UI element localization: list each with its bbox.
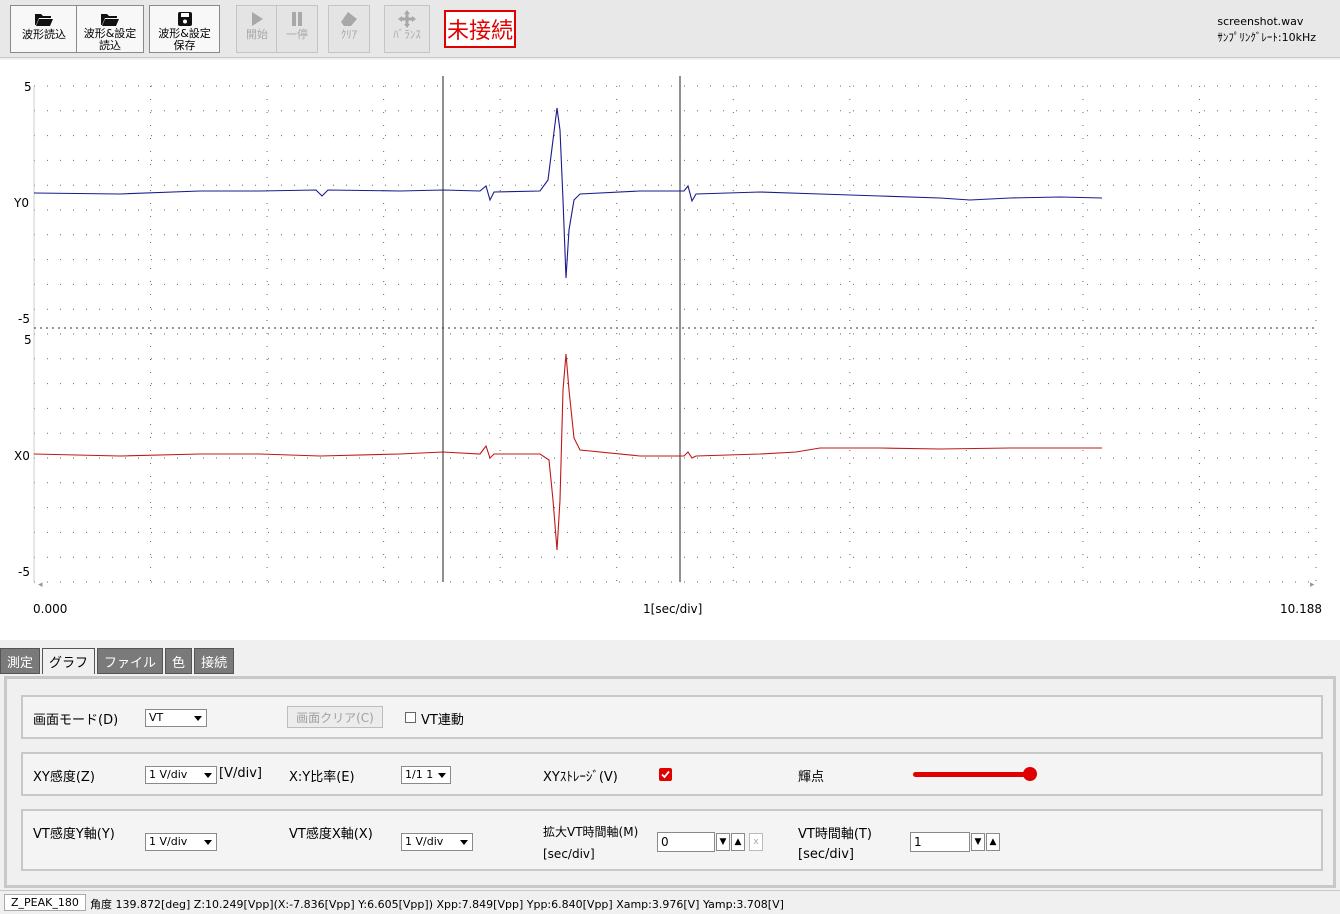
x-div-label: 1[sec/div] [643,602,702,616]
file-info: screenshot.wav ｻﾝﾌﾟﾘﾝｸﾞﾚｰﾄ:10kHz [1217,14,1316,46]
screen-mode-label: 画面モード(D) [33,713,119,728]
xy-sensitivity-select[interactable]: 1 V/div [145,766,217,784]
load-waveform-label: 波形読込 [22,28,66,41]
vt-y-sensitivity-label: VT感度Y軸(Y) [33,827,115,842]
checkmark-icon [661,770,670,779]
tab-bar: 測定 グラフ ファイル 色 接続 [0,648,236,674]
vt-sensitivity-group: VT感度Y軸(Y) 1 V/div VT感度X軸(X) 1 V/div 拡大VT… [21,809,1323,871]
vt-time-up-button[interactable]: ▲ [986,833,1000,851]
balance-button[interactable]: ﾊﾞﾗﾝｽ [384,5,430,53]
move-icon [398,9,416,29]
status-bar: Z_PEAK_180 角度 139.872[deg] Z:10.249[Vpp]… [0,890,1340,914]
tab-connect[interactable]: 接続 [194,648,235,674]
plot-grid [33,85,1317,583]
screen-mode-select[interactable]: VT [145,709,207,727]
load-waveform-settings-label: 波形&設定 読込 [83,27,137,52]
pause-button[interactable]: 一停 [276,5,318,53]
pause-label: 一停 [286,28,308,41]
zoom-vt-time-input[interactable]: 0 [657,832,715,852]
start-label: 開始 [246,28,268,41]
balance-label: ﾊﾞﾗﾝｽ [393,28,421,41]
sample-rate: ｻﾝﾌﾟﾘﾝｸﾞﾚｰﾄ:10kHz [1217,31,1316,44]
x-end-label: 10.188 [1280,602,1322,616]
graph-settings-panel: 画面モード(D) VT 画面クリア(C) VT連動 XY感度(Z) 1 V/di… [4,676,1336,888]
load-waveform-button[interactable]: 波形読込 [10,5,78,53]
zoom-vt-time-label: 拡大VT時間軸(M) [543,825,639,839]
x-min-label: -5 [18,565,30,579]
play-icon [249,9,265,29]
clear-label: ｸﾘｱ [340,28,358,41]
toolbar: 波形読込 波形&設定 読込 波形&設定 保存 開始 一停 ｸﾘｱ ﾊﾞﾗﾝｽ 未… [0,0,1340,58]
x-zero-label: X0 [14,449,30,463]
tab-measure[interactable]: 測定 [0,648,41,674]
scroll-left-icon[interactable]: ◂ [38,580,43,590]
pause-icon [289,9,305,29]
vt-time-down-button[interactable]: ▼ [971,833,985,851]
vt-time-unit: [sec/div] [798,847,854,862]
xy-sensitivity-unit: [V/div] [219,766,262,781]
xy-storage-label: XYｽﾄﾚｰｼﾞ(V) [543,770,618,785]
xy-ratio-select[interactable]: 1/1 1 [401,766,451,784]
vt-y-sensitivity-select[interactable]: 1 V/div [145,833,217,851]
eraser-icon [339,9,359,29]
load-waveform-settings-button[interactable]: 波形&設定 読込 [76,5,144,53]
start-button[interactable]: 開始 [236,5,278,53]
folder-open-icon [100,9,120,28]
y-min-label: -5 [18,312,30,326]
y-max-label: 5 [24,80,32,94]
vt-time-input[interactable]: 1 [910,832,970,852]
connection-status: 未接続 [444,10,516,48]
tab-graph[interactable]: グラフ [42,648,96,674]
filename: screenshot.wav [1217,15,1304,28]
zoom-vt-time-unit: [sec/div] [543,847,595,861]
xy-sensitivity-label: XY感度(Z) [33,770,95,785]
bright-point-label: 輝点 [798,770,825,785]
vt-link-label: VT連動 [421,713,464,728]
bright-point-slider-track[interactable] [913,772,1029,777]
screen-clear-button[interactable]: 画面クリア(C) [287,706,383,728]
vt-link-checkbox[interactable] [405,712,416,723]
clear-button[interactable]: ｸﾘｱ [328,5,370,53]
tab-color[interactable]: 色 [165,648,193,674]
save-waveform-settings-button[interactable]: 波形&設定 保存 [149,5,220,53]
x-channel-trace [33,353,1102,551]
scroll-right-icon[interactable]: ▸ [1310,580,1315,590]
xy-sensitivity-group: XY感度(Z) 1 V/div [V/div] X:Y比率(E) 1/1 1 X… [21,752,1323,796]
xy-ratio-label: X:Y比率(E) [289,770,355,785]
x-max-label: 5 [24,333,32,347]
y-zero-label: Y0 [13,196,29,210]
x-start-label: 0.000 [33,602,67,616]
waveform-plot[interactable]: 5 Y0 -5 5 X0 -5 ◂ ▸ 0.000 1[sec/div] 10.… [0,60,1340,640]
waveform-canvas[interactable]: 5 Y0 -5 5 X0 -5 ◂ ▸ 0.000 1[sec/div] 10.… [0,60,1340,640]
xy-storage-checkbox[interactable] [659,768,672,781]
vt-x-sensitivity-select[interactable]: 1 V/div [401,833,473,851]
save-waveform-settings-label: 波形&設定 保存 [158,27,211,52]
vt-x-sensitivity-label: VT感度X軸(X) [289,827,373,842]
zoom-reset-icon[interactable]: x [749,833,763,851]
tab-file[interactable]: ファイル [97,648,164,674]
y-channel-trace [33,107,1103,279]
zoom-down-button[interactable]: ▼ [716,833,730,851]
measurement-readout: 角度 139.872[deg] Z:10.249[Vpp](X:-7.836[V… [90,898,784,911]
zoom-up-button[interactable]: ▲ [731,833,745,851]
mode-indicator: Z_PEAK_180 [4,894,86,911]
save-icon [177,9,193,28]
screen-mode-group: 画面モード(D) VT 画面クリア(C) VT連動 [21,695,1323,739]
bright-point-slider-thumb[interactable] [1023,767,1037,781]
vt-time-label: VT時間軸(T) [798,827,872,842]
folder-open-icon [34,9,54,29]
